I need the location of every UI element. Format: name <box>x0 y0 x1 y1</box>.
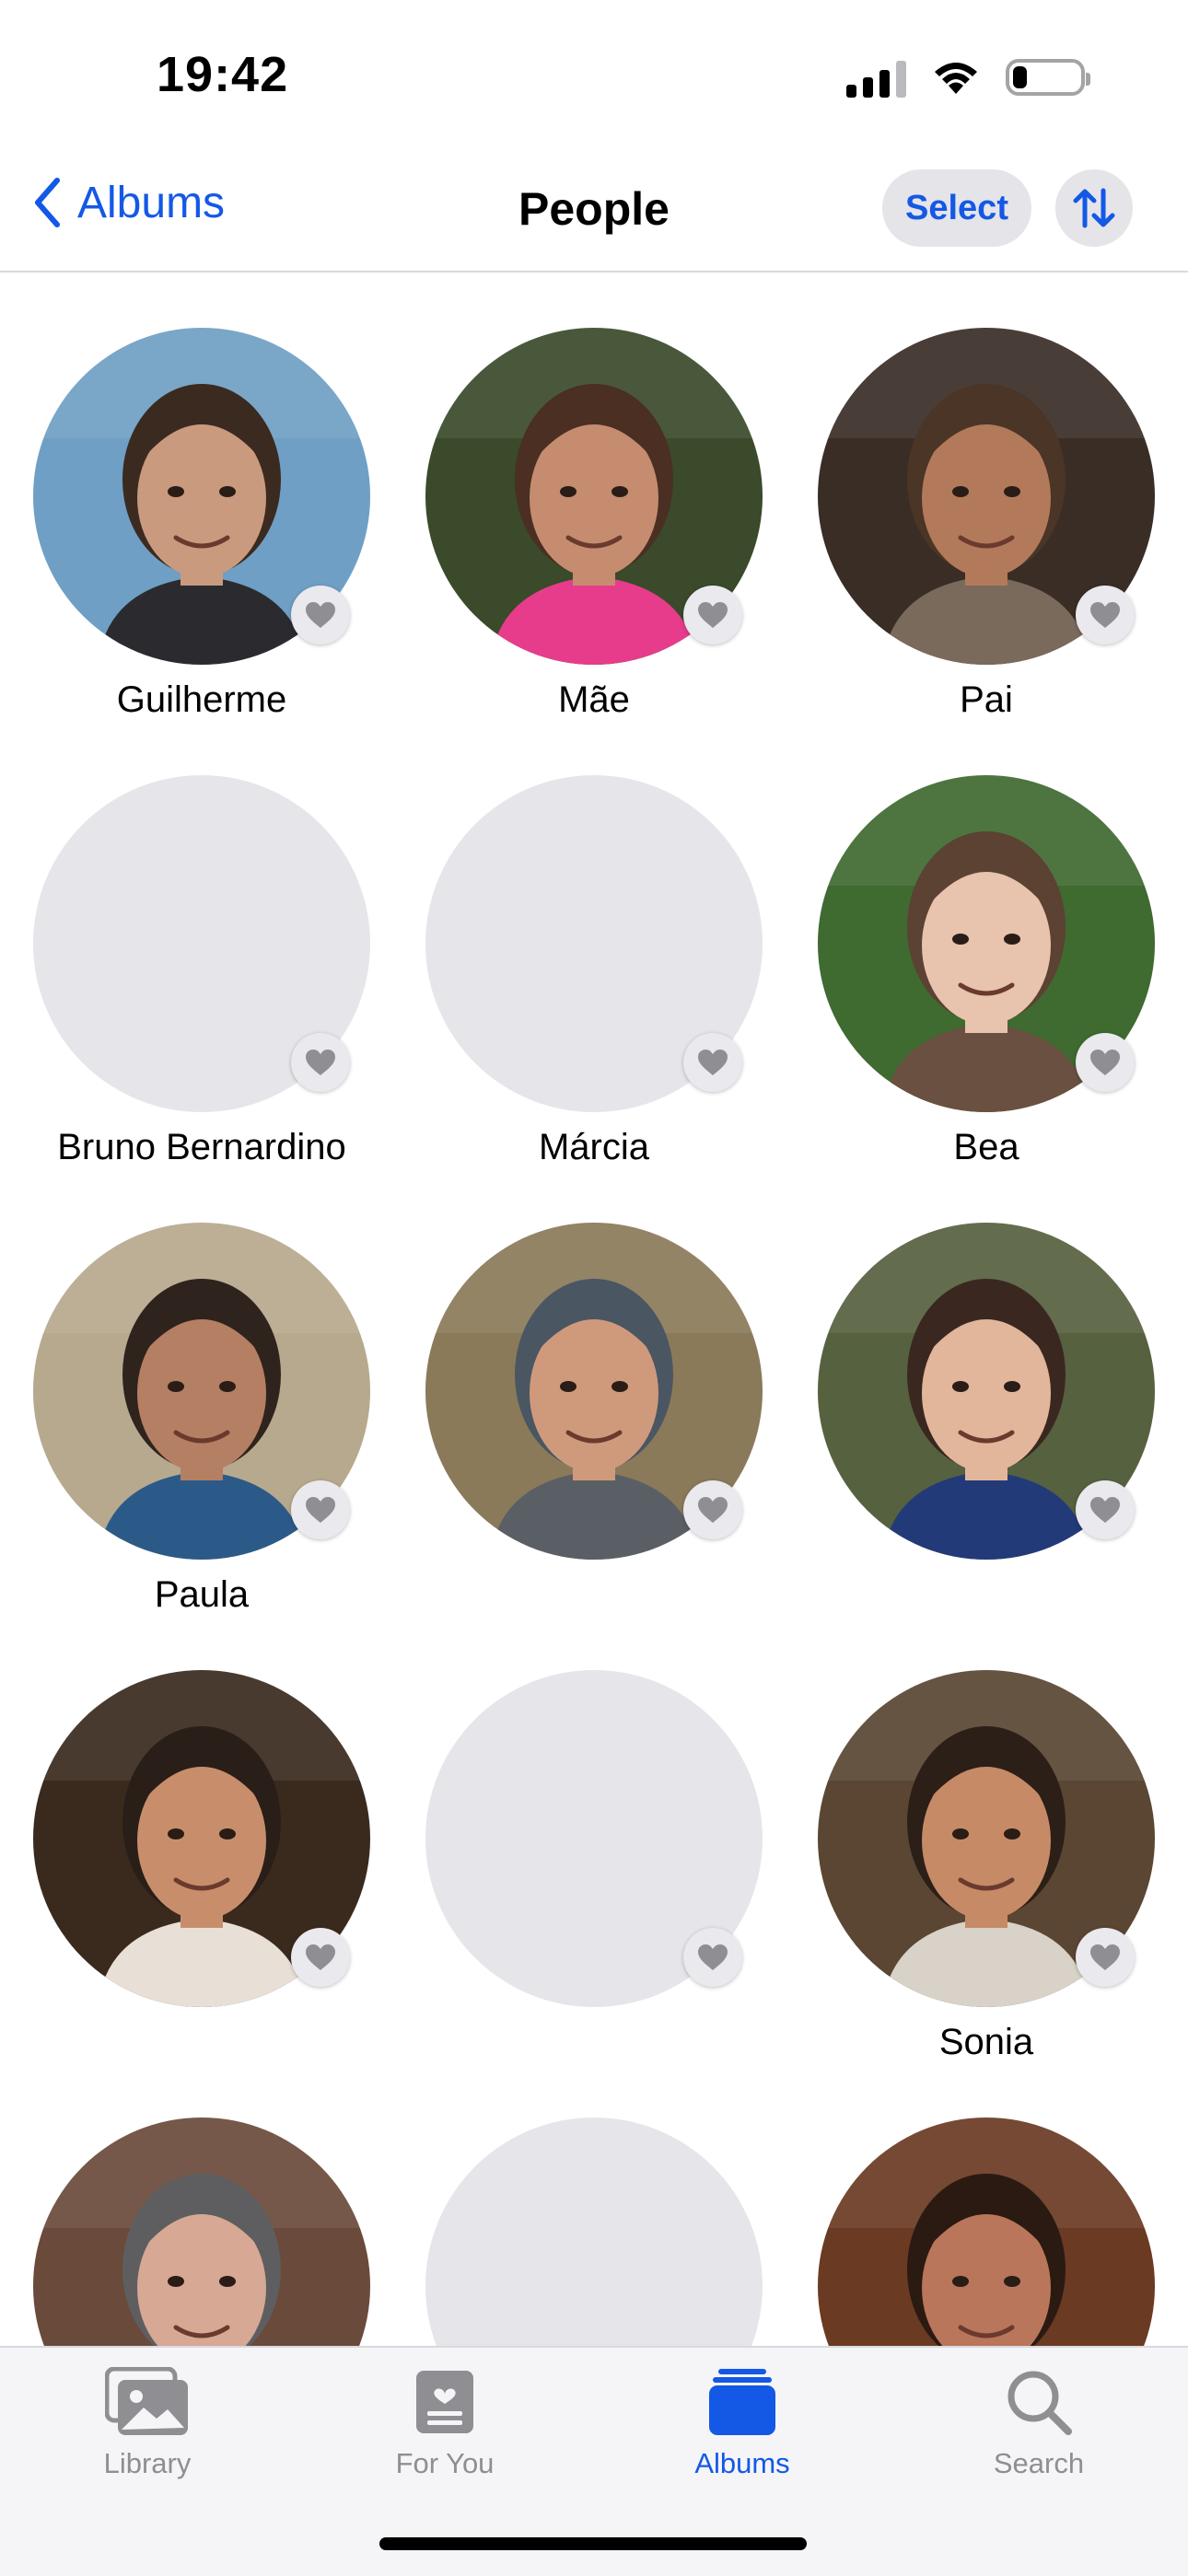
person-name: Sonia <box>938 2022 1034 2062</box>
person-card[interactable] <box>6 1670 398 2066</box>
person-name <box>790 1574 1182 1619</box>
photo-stack-icon <box>105 2367 188 2435</box>
person-card[interactable]: Márcia <box>398 775 790 1171</box>
person-card[interactable] <box>398 1670 790 2066</box>
person-card[interactable] <box>790 2118 1182 2346</box>
person-avatar[interactable] <box>425 1670 763 2007</box>
person-card[interactable]: Mãe <box>398 328 790 724</box>
person-name <box>398 1574 790 1619</box>
battery-level <box>1013 66 1028 88</box>
person-avatar[interactable] <box>818 775 1155 1112</box>
albums-icon <box>709 2369 775 2435</box>
heart-icon <box>306 602 335 628</box>
favorite-heart-button[interactable] <box>291 1928 350 1987</box>
person-photo <box>33 2118 370 2346</box>
tab-search[interactable]: Search <box>938 2361 1140 2480</box>
person-name <box>398 2022 790 2066</box>
person-avatar[interactable] <box>425 328 763 665</box>
person-card[interactable] <box>6 2118 398 2346</box>
person-photo-placeholder <box>425 2118 763 2346</box>
heart-icon <box>306 1944 335 1970</box>
people-grid: Guilherme Mãe Pai Bruno Bernardino Márcia Bea… <box>0 271 1188 2346</box>
person-card[interactable]: Bea <box>790 775 1182 1171</box>
tab-label-search: Search <box>993 2447 1085 2479</box>
person-avatar[interactable] <box>818 2118 1155 2346</box>
person-avatar[interactable] <box>818 1670 1155 2007</box>
person-name: Guilherme <box>116 679 287 720</box>
heart-icon <box>698 1497 728 1523</box>
person-card[interactable]: Guilherme <box>6 328 398 724</box>
back-label: Albums <box>77 178 226 227</box>
heart-icon <box>1090 1944 1120 1970</box>
person-name: Bea <box>953 1127 1019 1167</box>
sort-arrows-icon <box>1073 188 1115 228</box>
person-photo <box>818 2118 1155 2346</box>
favorite-heart-button[interactable] <box>683 1480 742 1539</box>
person-name: Márcia <box>538 1127 650 1167</box>
favorite-heart-button[interactable] <box>1076 1033 1135 1092</box>
favorite-heart-button[interactable] <box>683 1928 742 1987</box>
tab-for-you[interactable]: For You <box>344 2361 546 2480</box>
person-name: Bruno Bernardino <box>57 1127 346 1167</box>
person-avatar[interactable] <box>33 775 370 1112</box>
person-card[interactable]: Sonia <box>790 1670 1182 2066</box>
heart-icon <box>698 1050 728 1075</box>
battery-icon <box>1006 59 1090 96</box>
favorite-heart-button[interactable] <box>1076 1928 1135 1987</box>
cellular-signal-icon <box>846 57 906 98</box>
heart-icon <box>698 1944 728 1970</box>
person-avatar[interactable] <box>33 2118 370 2346</box>
tab-library[interactable]: Library <box>46 2361 249 2480</box>
person-card[interactable]: Bruno Bernardino <box>6 775 398 1171</box>
status-icons <box>846 57 1090 98</box>
person-name: Pai <box>960 679 1013 720</box>
person-card[interactable] <box>398 2118 790 2346</box>
status-time: 19:42 <box>157 47 289 102</box>
person-avatar[interactable] <box>425 2118 763 2346</box>
person-avatar[interactable] <box>33 1223 370 1560</box>
search-icon <box>1007 2371 1072 2435</box>
person-card[interactable] <box>790 1223 1182 1619</box>
person-name <box>6 2022 398 2066</box>
heart-icon <box>1090 1050 1120 1075</box>
person-avatar[interactable] <box>33 328 370 665</box>
person-avatar[interactable] <box>33 1670 370 2007</box>
person-name: Mãe <box>558 679 630 720</box>
tab-label-albums: Albums <box>694 2447 790 2479</box>
heart-icon <box>698 602 728 628</box>
heart-icon <box>306 1050 335 1075</box>
person-avatar[interactable] <box>818 328 1155 665</box>
favorite-heart-button[interactable] <box>291 586 350 644</box>
home-indicator <box>379 2537 807 2550</box>
wifi-icon <box>935 63 977 94</box>
tab-label-library: Library <box>103 2447 192 2479</box>
favorite-heart-button[interactable] <box>291 1033 350 1092</box>
tab-label-for-you: For You <box>395 2447 495 2479</box>
navigation-bar: Albums People Select <box>0 157 1188 273</box>
person-avatar[interactable] <box>818 1223 1155 1560</box>
back-button[interactable]: Albums <box>33 177 225 228</box>
favorite-heart-button[interactable] <box>683 1033 742 1092</box>
person-card[interactable]: Paula <box>6 1223 398 1619</box>
person-name: Paula <box>154 1574 250 1615</box>
select-button[interactable]: Select <box>882 169 1031 247</box>
favorite-heart-button[interactable] <box>683 586 742 644</box>
person-avatar[interactable] <box>425 775 763 1112</box>
for-you-icon <box>416 2371 473 2433</box>
favorite-heart-button[interactable] <box>1076 1480 1135 1539</box>
person-avatar[interactable] <box>425 1223 763 1560</box>
tab-albums[interactable]: Albums <box>641 2361 844 2480</box>
favorite-heart-button[interactable] <box>1076 586 1135 644</box>
sort-button[interactable] <box>1055 169 1133 247</box>
chevron-left-icon <box>35 178 60 227</box>
person-card[interactable] <box>398 1223 790 1619</box>
status-bar: 19:42 <box>0 0 1188 157</box>
person-card[interactable]: Pai <box>790 328 1182 724</box>
favorite-heart-button[interactable] <box>291 1480 350 1539</box>
heart-icon <box>1090 602 1120 628</box>
heart-icon <box>306 1497 335 1523</box>
heart-icon <box>1090 1497 1120 1523</box>
